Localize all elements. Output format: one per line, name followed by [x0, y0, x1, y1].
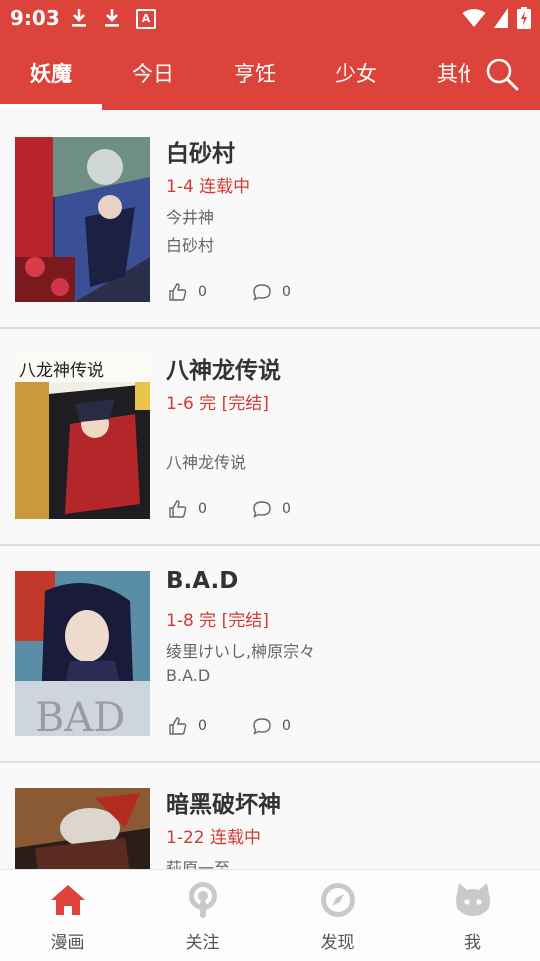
comic-author: 萩原一至 [166, 859, 231, 869]
status-time: 9:03 [10, 6, 60, 30]
compass-icon [318, 880, 358, 920]
tab-shaonv[interactable]: 少女 [335, 58, 377, 88]
tab-jinri[interactable]: 今日 [132, 58, 174, 88]
comic-card[interactable]: BAD B.A.D 1-8 完 [完结] 绫里けいし,榊原宗々 B.A.D 0 … [0, 546, 540, 763]
podcast-icon [183, 880, 223, 920]
app-header: 9:03 A 妖魔 今日 亨饪 少女 其他 [0, 0, 540, 110]
search-icon[interactable] [484, 56, 520, 92]
comic-cover [15, 788, 150, 869]
download-icon [70, 6, 88, 30]
comic-title: B.A.D [166, 568, 239, 594]
category-tabs: 妖魔 今日 亨饪 少女 其他 [0, 44, 470, 110]
comment-count[interactable]: 0 [252, 499, 291, 519]
signal-icon [494, 6, 508, 30]
comic-subtitle: 白砂村 [166, 236, 215, 255]
nav-manhua[interactable]: 漫画 [0, 870, 135, 961]
comic-status: 1-8 完 [完结] [166, 611, 269, 631]
thumbs-up-icon [169, 717, 187, 735]
comic-list: 白砂村 1-4 连载中 今井神 白砂村 0 0 八龙神传说 八神龙传说 1-6 … [0, 112, 540, 869]
nav-faxian[interactable]: 发现 [270, 870, 405, 961]
comment-count[interactable]: 0 [252, 282, 291, 302]
battery-icon [517, 6, 531, 30]
comic-title: 暗黑破坏神 [166, 792, 281, 818]
bottom-navigation: 漫画 关注 发现 我 [0, 869, 540, 961]
comic-cover [15, 137, 150, 302]
app-notification-icon: A [136, 9, 156, 29]
nav-wo[interactable]: 我 [405, 870, 540, 961]
tab-indicator [0, 104, 102, 110]
download-icon [103, 6, 121, 30]
comic-status: 1-4 连载中 [166, 177, 251, 197]
comic-title: 八神龙传说 [166, 358, 281, 384]
comic-status: 1-22 连载中 [166, 828, 261, 848]
cover-title-text: 八龙神传说 [19, 361, 104, 381]
cat-icon [453, 880, 493, 920]
comment-icon [253, 501, 271, 518]
comic-author: 今井神 [166, 208, 215, 227]
comic-status: 1-6 完 [完结] [166, 394, 269, 414]
like-count[interactable]: 0 [168, 282, 207, 302]
home-icon [48, 880, 88, 920]
comic-cover: 八龙神传说 [15, 354, 150, 519]
nav-guanzhu[interactable]: 关注 [135, 870, 270, 961]
comment-icon [253, 718, 271, 735]
comment-count[interactable]: 0 [252, 716, 291, 736]
comic-card[interactable]: 八龙神传说 八神龙传说 1-6 完 [完结] 八神龙传说 0 0 [0, 329, 540, 546]
like-count[interactable]: 0 [168, 499, 207, 519]
comic-author: 绫里けいし,榊原宗々 [166, 642, 316, 661]
status-bar: 9:03 A [0, 0, 540, 38]
cover-title-text: BAD [35, 695, 125, 736]
comic-cover: BAD [15, 571, 150, 736]
comic-subtitle: B.A.D [166, 666, 211, 685]
comment-icon [253, 284, 271, 301]
comic-title: 白砂村 [166, 141, 235, 167]
tab-pengren[interactable]: 亨饪 [234, 58, 276, 88]
thumbs-up-icon [169, 283, 187, 301]
comic-subtitle: 八神龙传说 [166, 453, 247, 472]
tab-qita[interactable]: 其他 [437, 58, 470, 88]
thumbs-up-icon [169, 500, 187, 518]
like-count[interactable]: 0 [168, 716, 207, 736]
wifi-icon [462, 6, 486, 30]
comic-card[interactable]: 暗黑破坏神 1-22 连载中 萩原一至 [0, 763, 540, 869]
comic-card[interactable]: 白砂村 1-4 连载中 今井神 白砂村 0 0 [0, 112, 540, 329]
tab-yaomo[interactable]: 妖魔 [30, 58, 72, 88]
